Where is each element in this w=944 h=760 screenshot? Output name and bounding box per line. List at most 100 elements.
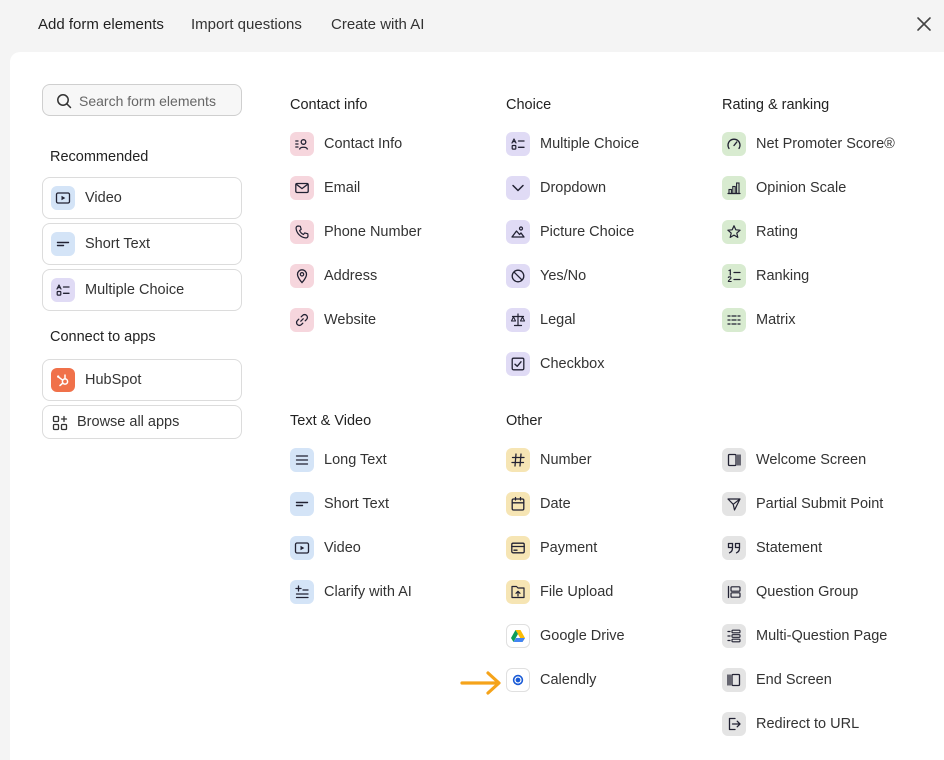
element-label: Partial Submit Point — [756, 496, 884, 512]
element-statement[interactable]: Statement — [722, 535, 922, 561]
element-video[interactable]: Video — [290, 535, 490, 561]
element-calendly[interactable]: Calendly — [506, 667, 706, 693]
element-long-text[interactable]: Long Text — [290, 447, 490, 473]
video-play-icon — [51, 186, 75, 210]
phone-icon — [290, 220, 314, 244]
element-label: Matrix — [756, 312, 796, 328]
tab-import-questions[interactable]: Import questions — [191, 16, 302, 33]
recommended-label: Multiple Choice — [85, 282, 185, 298]
element-phone-number[interactable]: Phone Number — [290, 219, 490, 245]
star-icon — [722, 220, 746, 244]
element-partial-submit-point[interactable]: Partial Submit Point — [722, 491, 922, 517]
element-ranking[interactable]: Ranking — [722, 263, 922, 289]
close-icon[interactable] — [914, 14, 934, 34]
annotation-arrow-icon — [460, 671, 501, 695]
recommended-label: Video — [85, 190, 122, 206]
app-hubspot[interactable]: HubSpot — [42, 359, 242, 401]
element-rating[interactable]: Rating — [722, 219, 922, 245]
element-clarify-with-ai[interactable]: Clarify with AI — [290, 579, 490, 605]
map-pin-icon — [290, 264, 314, 288]
recommended-short-text[interactable]: Short Text — [42, 223, 242, 265]
credit-card-icon — [506, 536, 530, 560]
apps-grid-icon — [51, 414, 69, 432]
element-label: Rating — [756, 224, 798, 240]
choice-heading: Choice — [506, 97, 552, 113]
ban-icon — [506, 264, 530, 288]
element-picture-choice[interactable]: Picture Choice — [506, 219, 706, 245]
element-welcome-screen[interactable]: Welcome Screen — [722, 447, 922, 473]
recommended-video[interactable]: Video — [42, 177, 242, 219]
browse-all-apps-label: Browse all apps — [77, 414, 180, 430]
element-label: Google Drive — [540, 628, 625, 644]
contact-card-icon — [290, 132, 314, 156]
element-label: Contact Info — [324, 136, 403, 152]
element-end-screen[interactable]: End Screen — [722, 667, 922, 693]
element-label: Video — [324, 540, 361, 556]
recommended-heading: Recommended — [50, 149, 149, 165]
element-email[interactable]: Email — [290, 175, 490, 201]
tab-add-form-elements[interactable]: Add form elements — [38, 16, 164, 33]
element-label: Clarify with AI — [324, 584, 412, 600]
element-label: Short Text — [324, 496, 390, 512]
element-date[interactable]: Date — [506, 491, 706, 517]
question-group-icon — [722, 580, 746, 604]
checkbox-icon — [506, 352, 530, 376]
tab-create-with-ai[interactable]: Create with AI — [331, 16, 424, 33]
element-question-group[interactable]: Question Group — [722, 579, 922, 605]
other-heading: Other — [506, 413, 543, 429]
hash-icon — [506, 448, 530, 472]
element-legal[interactable]: Legal — [506, 307, 706, 333]
element-label: Calendly — [540, 672, 597, 688]
element-net-promoter-score[interactable]: Net Promoter Score® — [722, 131, 922, 157]
element-address[interactable]: Address — [290, 263, 490, 289]
google-drive-icon — [506, 624, 530, 648]
grid-icon — [722, 308, 746, 332]
element-payment[interactable]: Payment — [506, 535, 706, 561]
element-opinion-scale[interactable]: Opinion Scale — [722, 175, 922, 201]
element-label: Long Text — [324, 452, 387, 468]
sparkle-text-icon — [290, 580, 314, 604]
contact-info-heading: Contact info — [290, 97, 368, 113]
element-label: Phone Number — [324, 224, 422, 240]
search-icon — [57, 94, 72, 109]
element-checkbox[interactable]: Checkbox — [506, 351, 706, 377]
text-video-heading: Text & Video — [290, 413, 372, 429]
redirect-icon — [722, 712, 746, 736]
element-label: Welcome Screen — [756, 452, 867, 468]
calendly-icon — [506, 668, 530, 692]
element-short-text[interactable]: Short Text — [290, 491, 490, 517]
welcome-screen-icon — [722, 448, 746, 472]
element-multi-question-page[interactable]: Multi-Question Page — [722, 623, 922, 649]
connect-apps-heading: Connect to apps — [50, 329, 156, 345]
scale-icon — [506, 308, 530, 332]
link-icon — [290, 308, 314, 332]
element-yes-no[interactable]: Yes/No — [506, 263, 706, 289]
element-matrix[interactable]: Matrix — [722, 307, 922, 333]
calendar-icon — [506, 492, 530, 516]
long-text-icon — [290, 448, 314, 472]
multi-question-icon — [722, 624, 746, 648]
element-label: Net Promoter Score® — [756, 136, 895, 152]
element-label: End Screen — [756, 672, 832, 688]
element-label: Number — [540, 452, 592, 468]
element-website[interactable]: Website — [290, 307, 490, 333]
browse-all-apps-button[interactable]: Browse all apps — [42, 405, 242, 439]
elements-panel: Recommended Video Short Text Multiple Ch… — [10, 52, 944, 760]
element-redirect-to-url[interactable]: Redirect to URL — [722, 711, 922, 737]
element-label: Multiple Choice — [540, 136, 640, 152]
element-dropdown[interactable]: Dropdown — [506, 175, 706, 201]
element-number[interactable]: Number — [506, 447, 706, 473]
search-input[interactable] — [79, 91, 229, 111]
element-file-upload[interactable]: File Upload — [506, 579, 706, 605]
element-google-drive[interactable]: Google Drive — [506, 623, 706, 649]
recommended-multiple-choice[interactable]: Multiple Choice — [42, 269, 242, 311]
search-box[interactable] — [42, 84, 242, 116]
checklist-icon — [51, 278, 75, 302]
element-contact-info[interactable]: Contact Info — [290, 131, 490, 157]
checklist-icon — [506, 132, 530, 156]
top-bar: Add form elements Import questions Creat… — [0, 0, 944, 52]
end-screen-icon — [722, 668, 746, 692]
short-text-icon — [290, 492, 314, 516]
element-multiple-choice[interactable]: Multiple Choice — [506, 131, 706, 157]
element-label: Legal — [540, 312, 576, 328]
